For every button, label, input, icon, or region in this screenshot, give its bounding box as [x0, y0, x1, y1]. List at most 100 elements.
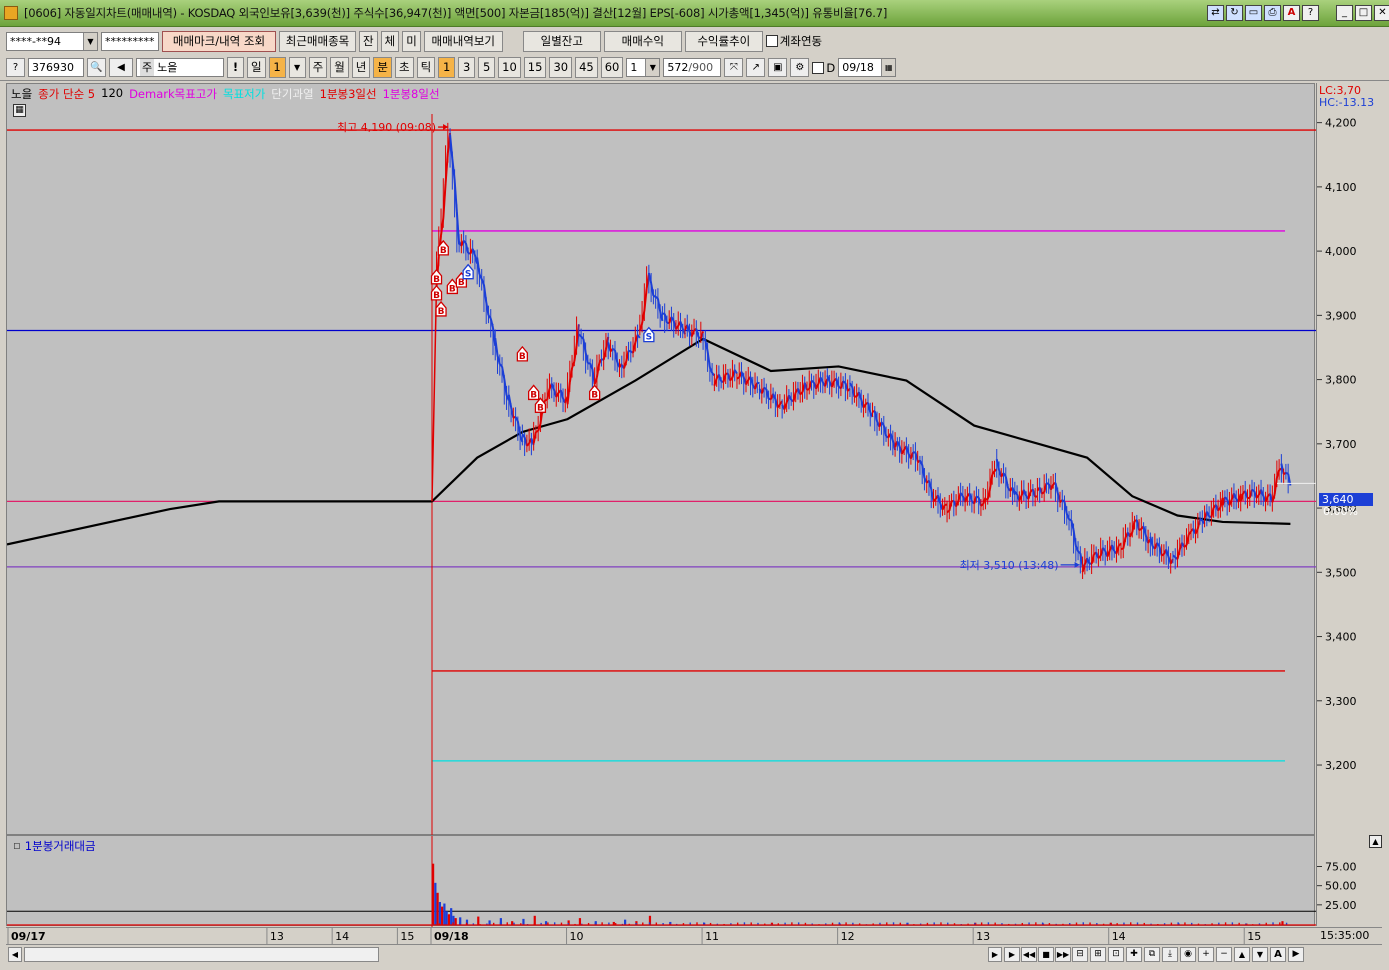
legend-stock-name[interactable]: 노을 [11, 86, 32, 102]
camera-icon[interactable]: ◉ [1180, 947, 1196, 962]
window-controls: _ □ ✕ [1336, 5, 1389, 21]
minimize-icon[interactable]: _ [1336, 5, 1353, 21]
copy-icon[interactable]: ⧉ [1144, 947, 1160, 962]
executed-button[interactable]: 체 [380, 30, 400, 52]
minute-60-button[interactable]: 60 [600, 57, 624, 78]
period-minute-button[interactable]: 분 [373, 57, 392, 78]
scroll-thumb[interactable] [24, 947, 379, 962]
y-tick-label: 3,900 [1325, 309, 1357, 322]
chart-tool-icon[interactable]: ⤧ [724, 58, 744, 77]
window-title: [0606] 자동일지차트(매매내역) - KOSDAQ 외국인보유[3,639… [24, 6, 888, 20]
legend-ma[interactable]: 종가 단순 5 [38, 86, 95, 102]
print-icon[interactable]: ⎙ [1264, 5, 1281, 21]
legend-ma-120[interactable]: 120 [101, 86, 123, 102]
crosshair-icon[interactable]: ✚ [1126, 947, 1142, 962]
monitor-icon[interactable]: ▭ [1245, 5, 1262, 21]
chevron-down-icon[interactable]: ▼ [645, 59, 660, 76]
period-tick-button[interactable]: 틱 [416, 57, 436, 78]
panel-collapse-icon[interactable]: ▲ [1369, 835, 1382, 848]
gear-icon[interactable]: ⚙ [790, 58, 810, 77]
scroll-up-icon[interactable]: ▲ [1234, 947, 1250, 962]
stock-name-field[interactable]: 주 노을 [136, 58, 224, 77]
period-month-button[interactable]: 월 [330, 57, 349, 78]
save-icon[interactable]: ▣ [768, 58, 788, 77]
mark-view-button[interactable]: 매매마크/내역 조회 [162, 30, 276, 52]
calendar-icon[interactable]: ▦ [881, 59, 896, 76]
close-icon[interactable]: ✕ [1374, 5, 1389, 21]
chart-scrollbar[interactable]: ◀ ▶ ▶ ◀◀ ■ ▶▶ ⊟ ⊞ ⊡ ✚ ⧉ ⤓ ◉ + − ▲ ▼ A ▶ [6, 944, 1382, 964]
unexecuted-button[interactable]: 미 [402, 30, 421, 52]
zoom-in-icon[interactable]: + [1198, 947, 1214, 962]
d-toggle[interactable]: D [812, 61, 835, 75]
hc-value: HC:-13.13 [1319, 96, 1375, 109]
auto-scale-icon[interactable]: A [1270, 947, 1286, 962]
refresh-icon[interactable]: ↻ [1226, 5, 1243, 21]
minute-30-button[interactable]: 30 [549, 57, 573, 78]
volume-title[interactable]: 1분봉거래대금 [25, 838, 96, 854]
buy-signal-icon: B [516, 345, 529, 362]
minute-5-button[interactable]: 5 [478, 57, 496, 78]
code-input[interactable]: 376930 ▼ [28, 58, 84, 77]
stock-search-icon[interactable]: ? [6, 58, 25, 77]
chevron-down-icon[interactable]: ▼ [288, 57, 306, 78]
export-icon[interactable]: ⤓ [1162, 947, 1178, 962]
history-button[interactable]: 매매내역보기 [423, 30, 503, 52]
d-checkbox[interactable] [812, 61, 825, 74]
stop-icon[interactable]: ■ [1038, 947, 1054, 962]
scroll-left-icon[interactable]: ◀ [8, 947, 22, 962]
period-week-button[interactable]: 주 [308, 57, 328, 78]
period-day-value[interactable]: 1 [268, 57, 286, 78]
minute-1-button[interactable]: 1 [438, 57, 456, 78]
password-field[interactable]: ********* [101, 31, 159, 51]
minute-10-button[interactable]: 10 [498, 57, 521, 78]
help-icon[interactable]: ? [1302, 5, 1319, 21]
daily-balance-button[interactable]: 일별잔고 [522, 30, 601, 52]
link-icon[interactable]: ⇄ [1207, 5, 1224, 21]
layout-icon[interactable]: ⊞ [1090, 947, 1106, 962]
trend-icon[interactable]: ↗ [746, 58, 766, 77]
zoom-out-icon[interactable]: − [1216, 947, 1232, 962]
account-link-checkbox[interactable] [765, 35, 778, 47]
volume-legend: ▫ 1분봉거래대금 [13, 838, 96, 854]
fast-forward-icon[interactable]: ▶▶ [1055, 947, 1071, 962]
alert-button[interactable]: ! [227, 57, 244, 78]
period-year-button[interactable]: 년 [351, 57, 371, 78]
legend-line-3day[interactable]: 1분봉3일선 [320, 86, 377, 102]
account-link-toggle[interactable]: 계좌연동 [765, 33, 822, 49]
volume-panel[interactable]: ▫ 1분봉거래대금 [6, 835, 1316, 927]
play-icon[interactable]: ▶ [1004, 947, 1020, 962]
legend-short-overheat[interactable]: 단기과열 [271, 86, 313, 102]
zoom-fit-icon[interactable]: ⊟ [1072, 947, 1088, 962]
legend-line-8day[interactable]: 1분봉8일선 [383, 86, 440, 102]
legend-demark-high[interactable]: Demark목표고가 [129, 86, 217, 102]
chevron-down-icon[interactable]: ▼ [69, 76, 83, 77]
display-count-field[interactable]: 572/900 [663, 58, 722, 77]
account-select[interactable]: ****-**94 ▼ [6, 31, 98, 51]
scroll-right-icon[interactable]: ▶ [988, 947, 1002, 962]
speaker-icon[interactable]: ◀ [109, 58, 133, 77]
minute-15-button[interactable]: 15 [523, 57, 547, 78]
trade-profit-button[interactable]: 매매수익 [603, 30, 682, 52]
rewind-icon[interactable]: ◀◀ [1021, 947, 1037, 962]
returns-trend-button[interactable]: 수익률추이 [684, 30, 763, 52]
date-input[interactable]: 09/18 ▦ [838, 58, 897, 77]
recent-stocks-button[interactable]: 최근매매종목 [279, 30, 356, 52]
scroll-right-end-icon[interactable]: ▶ [1288, 947, 1304, 962]
font-icon[interactable]: A [1283, 5, 1300, 21]
search-icon[interactable]: 🔍 [87, 58, 106, 77]
scroll-down-icon[interactable]: ▼ [1252, 947, 1268, 962]
minute-45-button[interactable]: 45 [575, 57, 598, 78]
split-icon[interactable]: ⊡ [1108, 947, 1124, 962]
legend-demark-low[interactable]: 목표저가 [223, 86, 265, 102]
y-tick-label: 4,100 [1325, 181, 1357, 194]
chevron-down-icon[interactable]: ▼ [83, 32, 97, 50]
minute-3-button[interactable]: 3 [458, 57, 476, 78]
maximize-icon[interactable]: □ [1355, 5, 1372, 21]
playback-controls: ▶ ◀◀ ■ ▶▶ [1004, 947, 1071, 962]
price-panel[interactable]: B B B B B B S B B B B S 최고 4,190 (09:08) 최저 3,510 (13… [6, 83, 1316, 836]
balance-button[interactable]: 잔 [359, 30, 378, 52]
custom-count-select[interactable]: 1 ▼ [626, 58, 661, 77]
period-day-button[interactable]: 일 [247, 57, 266, 78]
period-second-button[interactable]: 초 [394, 57, 414, 78]
grid-icon[interactable]: ▦ [13, 104, 26, 117]
